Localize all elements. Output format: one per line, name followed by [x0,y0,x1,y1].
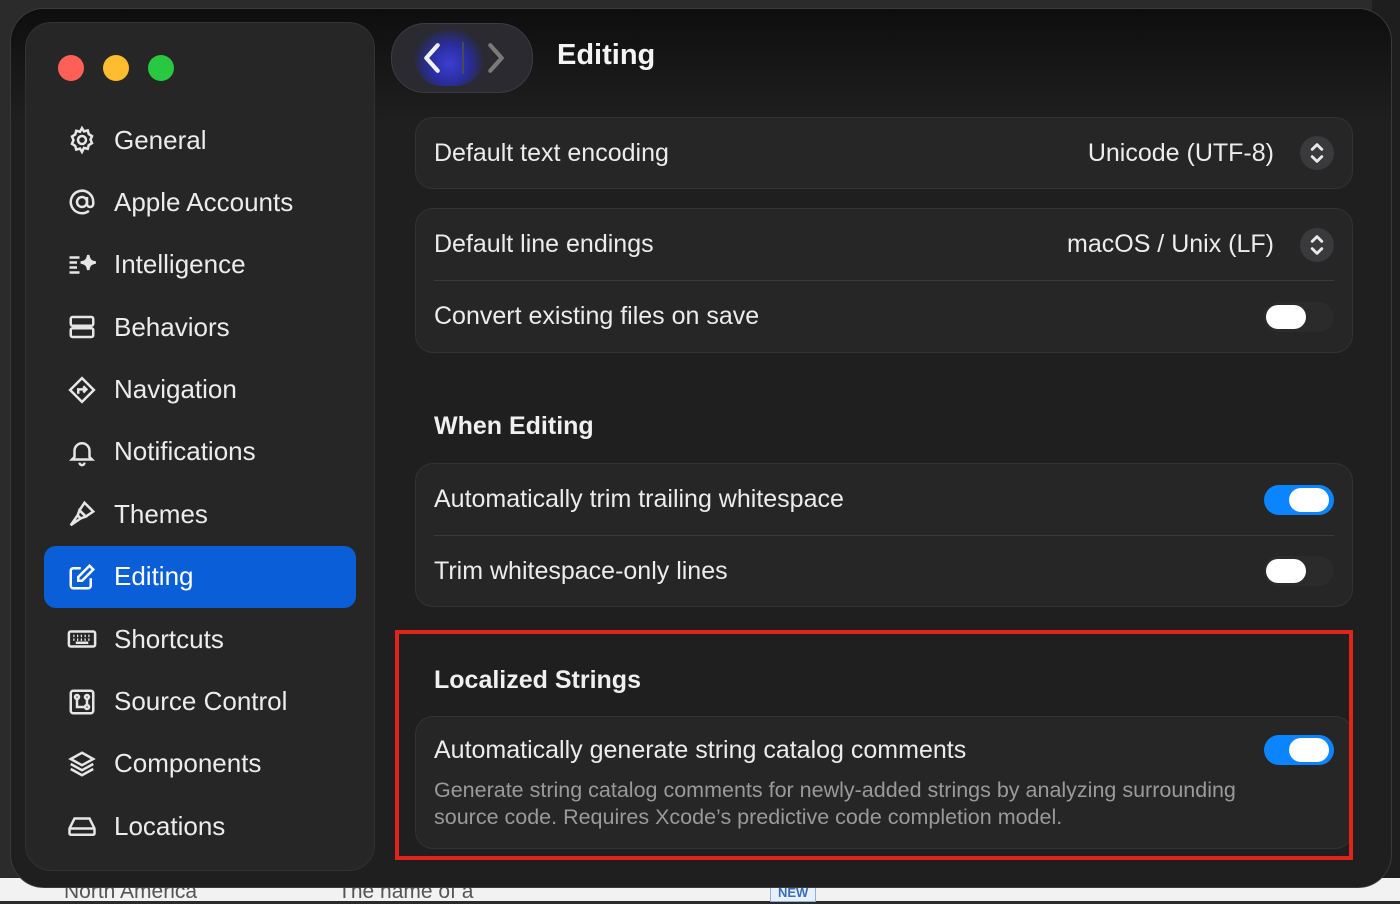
source-control-icon [66,686,98,718]
sidebar-item-label: Intelligence [114,249,246,280]
sidebar-item-intelligence[interactable]: Intelligence [44,234,356,296]
sidebar-item-notifications[interactable]: Notifications [44,421,356,483]
chevron-left-icon [424,43,440,73]
line-endings-panel: Default line endings macOS / Unix (LF) C… [415,208,1353,353]
sidebar-item-label: Editing [114,561,194,592]
sidebar: General Apple Accounts Intelligence Beha… [25,22,375,871]
trim-whitespace-only-toggle[interactable] [1264,556,1334,586]
highlight-annotation [395,630,1353,860]
line-endings-value: macOS / Unix (LF) [1067,230,1274,258]
sidebar-item-components[interactable]: Components [44,733,356,795]
convert-on-save-toggle[interactable] [1264,301,1334,332]
line-endings-popup[interactable]: macOS / Unix (LF) [1067,227,1334,262]
back-button[interactable] [412,38,452,78]
sparkle-icon [66,249,98,281]
when-editing-heading: When Editing [434,412,594,440]
at-sign-icon [66,186,98,218]
zoom-window-button[interactable] [148,55,174,81]
trim-trailing-toggle[interactable] [1264,484,1334,515]
convert-on-save-label: Convert existing files on save [434,302,760,330]
chevron-right-icon [488,43,504,73]
sidebar-item-locations[interactable]: Locations [44,795,356,857]
sidebar-item-label: Notifications [114,436,256,467]
text-encoding-panel: Default text encoding Unicode (UTF-8) [415,117,1353,189]
sidebar-item-shortcuts[interactable]: Shortcuts [44,608,356,670]
sidebar-item-label: Apple Accounts [114,186,294,217]
close-window-button[interactable] [58,55,84,81]
sidebar-item-label: Shortcuts [114,623,224,654]
forward-button[interactable] [476,38,516,78]
text-encoding-value: Unicode (UTF-8) [1087,138,1274,167]
trim-trailing-label: Automatically trim trailing whitespace [434,485,844,513]
behaviors-icon [66,311,98,343]
sidebar-item-label: Behaviors [114,311,230,342]
line-endings-label: Default line endings [434,230,654,258]
sidebar-item-label: Navigation [114,374,237,405]
sidebar-list: General Apple Accounts Intelligence Beha… [44,109,356,858]
sidebar-item-label: Source Control [114,686,288,717]
sidebar-item-label: Components [114,748,262,779]
popup-chevrons-icon [1300,136,1334,170]
sidebar-item-editing[interactable]: Editing [44,545,356,608]
sidebar-item-navigation[interactable]: Navigation [44,359,356,421]
sidebar-item-label: Locations [114,810,226,841]
page-title: Editing [557,39,656,71]
edit-icon [66,561,98,593]
sidebar-item-label: Themes [114,498,208,529]
gear-icon [66,124,98,156]
popup-chevrons-icon [1300,227,1334,262]
bell-icon [66,436,98,468]
text-encoding-popup[interactable]: Unicode (UTF-8) [1088,136,1334,170]
sidebar-item-apple-accounts[interactable]: Apple Accounts [44,171,356,233]
sidebar-item-themes[interactable]: Themes [44,483,356,545]
text-encoding-label: Default text encoding [434,138,669,167]
trim-whitespace-only-label: Trim whitespace-only lines [434,556,728,585]
paintbrush-icon [66,498,98,530]
sidebar-item-general[interactable]: General [44,109,356,171]
drive-icon [66,810,98,842]
layers-icon [66,748,98,780]
sidebar-item-behaviors[interactable]: Behaviors [44,296,356,358]
when-editing-panel: Automatically trim trailing whitespace T… [415,463,1353,607]
minimize-window-button[interactable] [103,55,129,81]
sidebar-item-source-control[interactable]: Source Control [44,671,356,733]
keyboard-icon [66,623,98,655]
navigation-icon [66,374,98,406]
back-forward-control [391,23,533,93]
sidebar-item-label: General [114,124,207,155]
